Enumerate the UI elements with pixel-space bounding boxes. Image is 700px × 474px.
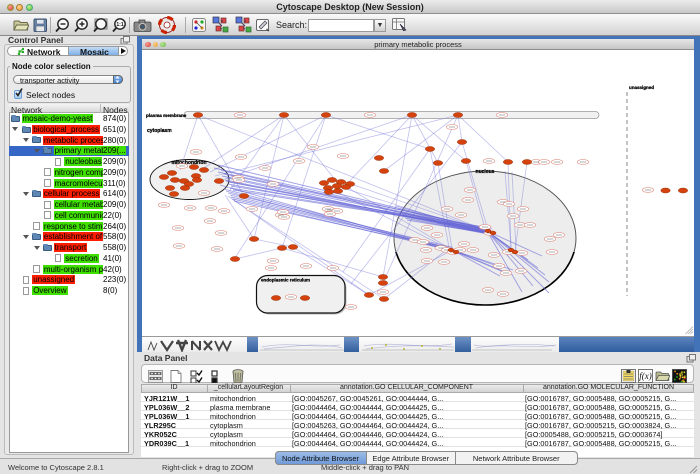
svg-text:f(x): f(x) [639, 371, 652, 381]
svg-text:1:1: 1:1 [116, 22, 123, 28]
svg-text:nucleus: nucleus [476, 169, 495, 175]
svg-text:plasma membrane: plasma membrane [146, 113, 187, 118]
svg-text:endoplasmic reticulum: endoplasmic reticulum [261, 278, 310, 283]
svg-text:cytoplasm: cytoplasm [147, 128, 172, 134]
svg-text:unassigned: unassigned [629, 85, 654, 90]
